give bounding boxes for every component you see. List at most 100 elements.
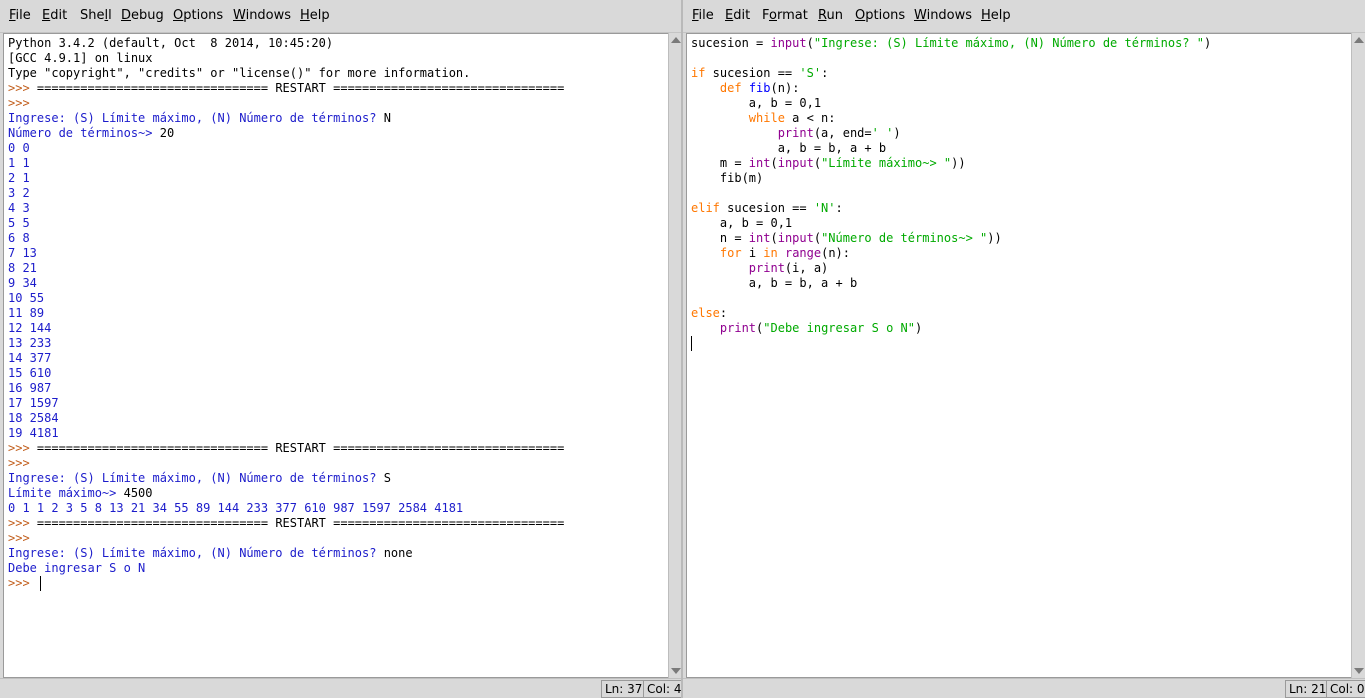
editor-source-code: sucesion = input("Ingrese: (S) Límite má…: [691, 36, 1211, 351]
editor-code-area[interactable]: sucesion = input("Ingrese: (S) Límite má…: [686, 33, 1352, 678]
code-token: N: [383, 111, 391, 125]
shell-line-number: Ln: 37: [601, 680, 645, 698]
code-token: 15 610: [8, 366, 52, 380]
code-token: (: [813, 156, 822, 170]
code-line: >>>: [8, 96, 564, 111]
code-line: 6 8: [8, 231, 564, 246]
editor-menu-windows[interactable]: Windows: [914, 8, 972, 23]
code-token: )): [987, 231, 1002, 245]
editor-text-cursor: [691, 336, 692, 351]
code-token: Ingrese: (S) Límite máximo, (N) Número d…: [8, 546, 384, 560]
code-token: a < n:: [784, 111, 836, 125]
code-token: if: [691, 66, 706, 80]
code-line: 18 2584: [8, 411, 564, 426]
code-line: >>>: [8, 531, 564, 546]
shell-menu-options[interactable]: Options: [173, 8, 223, 23]
code-token: >>>: [8, 456, 30, 470]
code-line: print(a, end=' '): [691, 126, 1211, 141]
code-token: ): [1203, 36, 1212, 50]
code-token: 6 8: [8, 231, 30, 245]
code-line: 10 55: [8, 291, 564, 306]
shell-menu-shell[interactable]: Shell: [80, 8, 112, 23]
code-line: 11 89: [8, 306, 564, 321]
editor-menu-file[interactable]: File: [692, 8, 714, 23]
code-token: Ingrese: (S) Límite máximo, (N) Número d…: [8, 471, 384, 485]
code-token: 13 233: [8, 336, 52, 350]
code-token: "Debe ingresar S o N": [763, 321, 915, 335]
code-line: 14 377: [8, 351, 564, 366]
code-line: Debe ingresar S o N: [8, 561, 564, 576]
shell-scroll-up-arrow-icon[interactable]: [671, 37, 681, 43]
code-line: Límite máximo~> 4500: [8, 486, 564, 501]
shell-scroll-down-arrow-icon[interactable]: [671, 668, 681, 674]
code-line: for i in range(n):: [691, 246, 1211, 261]
code-line: Ingrese: (S) Límite máximo, (N) Número d…: [8, 471, 564, 486]
shell-menu-help[interactable]: Help: [300, 8, 330, 23]
editor-scroll-down-arrow-icon[interactable]: [1354, 668, 1364, 674]
code-line: n = int(input("Número de términos~> ")): [691, 231, 1211, 246]
code-line: 15 610: [8, 366, 564, 381]
code-line: 0 1 1 2 3 5 8 13 21 34 55 89 144 233 377…: [8, 501, 564, 516]
code-token: a, b = 0,1: [691, 96, 822, 110]
code-token: 'S': [799, 66, 822, 80]
code-token: Ingrese: (S) Límite máximo, (N) Número d…: [8, 111, 384, 125]
code-line: 3 2: [8, 186, 564, 201]
shell-menu-file[interactable]: File: [9, 8, 31, 23]
code-token: >>>: [8, 576, 37, 590]
shell-menu-debug[interactable]: Debug: [121, 8, 164, 23]
editor-column-number: Col: 0: [1326, 680, 1365, 698]
code-token: >>>: [8, 96, 30, 110]
code-token: input: [777, 231, 814, 245]
shell-output-area[interactable]: Python 3.4.2 (default, Oct 8 2014, 10:45…: [3, 33, 669, 678]
code-token: for: [719, 246, 742, 260]
shell-menu-windows[interactable]: Windows: [233, 8, 291, 23]
code-token: def: [719, 81, 742, 95]
code-token: (n):: [770, 81, 800, 95]
editor-vertical-scrollbar[interactable]: [1351, 33, 1365, 678]
code-token: >>>: [8, 441, 37, 455]
code-line: print("Debe ingresar S o N"): [691, 321, 1211, 336]
code-line: 8 21: [8, 261, 564, 276]
code-line: 1 1: [8, 156, 564, 171]
editor-menu-help[interactable]: Help: [981, 8, 1011, 23]
code-token: 14 377: [8, 351, 52, 365]
code-token: 3 2: [8, 186, 30, 200]
code-line: [GCC 4.9.1] on linux: [8, 51, 564, 66]
code-token: none: [383, 546, 413, 560]
code-token: input: [770, 36, 807, 50]
code-line: a, b = b, a + b: [691, 276, 1211, 291]
code-token: 0 0: [8, 141, 30, 155]
code-line: 19 4181: [8, 426, 564, 441]
code-token: 12 144: [8, 321, 52, 335]
code-token: 18 2584: [8, 411, 59, 425]
code-token: int: [748, 231, 771, 245]
code-line: if sucesion == 'S':: [691, 66, 1211, 81]
editor-menu-run[interactable]: Run: [818, 8, 843, 23]
code-token: print: [719, 321, 757, 335]
code-token: in: [763, 246, 778, 260]
code-line: while a < n:: [691, 111, 1211, 126]
code-token: ================================ RESTART…: [36, 516, 565, 530]
code-token: ' ': [871, 126, 894, 140]
code-token: "Ingrese: (S) Límite máximo, (N) Número …: [813, 36, 1204, 50]
code-line: a, b = 0,1: [691, 216, 1211, 231]
code-token: Python 3.4.2 (default, Oct 8 2014, 10:45…: [8, 36, 334, 50]
code-token: "Número de términos~> ": [821, 231, 988, 245]
code-token: ): [893, 126, 901, 140]
code-line: >>>: [8, 576, 564, 591]
editor-scroll-up-arrow-icon[interactable]: [1354, 37, 1364, 43]
code-token: (: [806, 36, 814, 50]
code-line: 13 233: [8, 336, 564, 351]
code-line: a, b = b, a + b: [691, 141, 1211, 156]
code-line: 0 0: [8, 141, 564, 156]
editor-menu-format[interactable]: Format: [762, 8, 808, 23]
code-token: >>>: [8, 531, 30, 545]
code-token: :: [821, 66, 829, 80]
editor-menu-edit[interactable]: Edit: [725, 8, 750, 23]
editor-menu-options[interactable]: Options: [855, 8, 905, 23]
shell-menu-edit[interactable]: Edit: [42, 8, 67, 23]
code-token: (n):: [821, 246, 850, 260]
code-token: (a, end=: [813, 126, 872, 140]
